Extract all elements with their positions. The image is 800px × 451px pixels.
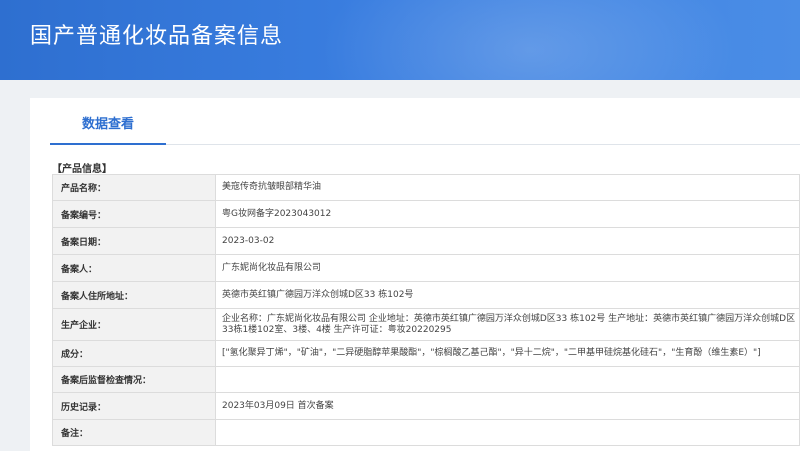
table-row: 备案人住所地址： 英德市英红镇广德园万洋众创城D区33 栋102号 [52,281,800,309]
row-value-product-name: 美寇传奇抗皱眼部精华油 [215,174,800,201]
table-row: 备案后监督检查情况： [52,366,800,393]
table-row: 备注： [52,419,800,446]
table-row: 备案人： 广东妮尚化妆品有限公司 [52,254,800,282]
row-label-record-date: 备案日期： [52,227,216,255]
product-info-table: 产品名称： 美寇传奇抗皱眼部精华油 备案编号： 粤G妆网备字2023043012… [52,174,800,446]
row-value-record-date: 2023-03-02 [215,227,800,255]
row-label-manufacturer: 生产企业： [52,308,216,341]
row-label-registrant-address: 备案人住所地址： [52,281,216,309]
page-title: 国产普通化妆品备案信息 [30,24,284,49]
row-label-product-name: 产品名称： [52,174,216,201]
row-label-history: 历史记录： [52,392,216,420]
table-row: 历史记录： 2023年03月09日 首次备案 [52,392,800,420]
table-row: 备案日期： 2023-03-02 [52,227,800,255]
tab-bar: 数据查看 [50,98,800,145]
header-banner: 国产普通化妆品备案信息 [0,0,800,80]
row-value-manufacturer: 企业名称：广东妮尚化妆品有限公司 企业地址：英德市英红镇广德园万洋众创城D区33… [215,308,800,341]
row-value-remarks [215,419,800,446]
row-value-history: 2023年03月09日 首次备案 [215,392,800,420]
row-label-record-number: 备案编号： [52,200,216,228]
tab-data-view[interactable]: 数据查看 [50,98,166,145]
row-label-ingredients: 成分： [52,340,216,367]
row-value-registrant: 广东妮尚化妆品有限公司 [215,254,800,282]
row-value-post-inspection [215,366,800,393]
row-label-remarks: 备注： [52,419,216,446]
table-row: 生产企业： 企业名称：广东妮尚化妆品有限公司 企业地址：英德市英红镇广德园万洋众… [52,308,800,341]
section-title-product-info: 【产品信息】 [52,164,112,175]
row-label-registrant: 备案人： [52,254,216,282]
row-value-ingredients: ["氢化聚异丁烯"，"矿油"，"二异硬脂醇苹果酸酯"，"棕榈酸乙基己酯"，"异十… [215,340,800,367]
table-row: 成分： ["氢化聚异丁烯"，"矿油"，"二异硬脂醇苹果酸酯"，"棕榈酸乙基己酯"… [52,340,800,367]
banner-glow [320,0,740,80]
row-label-post-inspection: 备案后监督检查情况： [52,366,216,393]
row-value-record-number: 粤G妆网备字2023043012 [215,200,800,228]
row-value-registrant-address: 英德市英红镇广德园万洋众创城D区33 栋102号 [215,281,800,309]
table-row: 产品名称： 美寇传奇抗皱眼部精华油 [52,174,800,201]
table-row: 备案编号： 粤G妆网备字2023043012 [52,200,800,228]
content-panel: 数据查看 【产品信息】 产品名称： 美寇传奇抗皱眼部精华油 备案编号： 粤G妆网… [30,98,800,451]
